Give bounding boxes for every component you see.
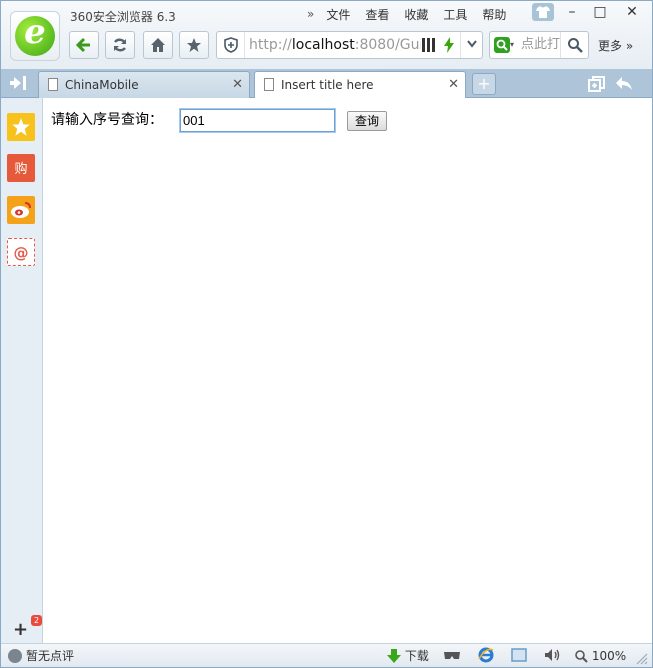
more-chevron-icon: » <box>625 39 634 53</box>
qr-code-icon[interactable] <box>422 38 436 52</box>
speed-mode-icon[interactable] <box>441 32 457 58</box>
url-scheme: http:// <box>249 37 292 53</box>
volume-icon[interactable] <box>544 644 562 668</box>
security-shield-icon[interactable] <box>217 32 245 58</box>
browser-toolbar-area: e 360安全浏览器 6.3 » 文件 查看 收藏 工具 帮助 – □ ✕ ht… <box>1 1 652 69</box>
menu-tools[interactable]: 工具 <box>443 6 467 23</box>
mail-at-icon[interactable]: @ <box>7 238 35 266</box>
add-app-button[interactable]: + <box>13 619 28 640</box>
shopping-glyph: 购 <box>14 162 28 177</box>
zoom-level: 100% <box>591 649 627 663</box>
address-url[interactable]: http://localhost:8080/Guita <box>249 32 421 58</box>
query-button[interactable]: 查询 <box>347 111 387 131</box>
menu-favorites[interactable]: 收藏 <box>404 6 428 23</box>
notification-badge: 2 <box>31 615 42 626</box>
shirt-icon[interactable] <box>532 3 554 21</box>
favorites-star-icon[interactable] <box>7 113 35 141</box>
logo-letter: e <box>24 12 46 52</box>
rating-text: 暂无点评 <box>26 649 75 663</box>
sidebar: 购 @ + 2 <box>1 98 43 643</box>
zoom-control[interactable]: 100% <box>574 644 626 668</box>
tab-insert-title[interactable]: Insert title here ✕ <box>254 71 466 99</box>
rating-icon <box>8 649 22 663</box>
back-button[interactable] <box>69 31 99 59</box>
ie-mode-icon[interactable] <box>478 644 494 668</box>
maximize-button[interactable]: □ <box>586 1 614 23</box>
browser-logo[interactable]: e <box>10 11 60 61</box>
menu-help[interactable]: 帮助 <box>482 6 506 23</box>
download-arrow-icon <box>387 649 401 663</box>
weibo-icon[interactable] <box>7 196 35 224</box>
star-icon <box>187 38 201 52</box>
browser-window: e 360安全浏览器 6.3 » 文件 查看 收藏 工具 帮助 – □ ✕ ht… <box>0 0 653 668</box>
back-arrow-icon <box>75 37 90 53</box>
favorite-button[interactable] <box>179 31 209 59</box>
url-host: localhost <box>291 37 355 53</box>
shopping-bag-icon[interactable]: 购 <box>7 154 35 182</box>
menu-view[interactable]: 查看 <box>365 6 389 23</box>
resize-grip-icon[interactable] <box>634 644 648 668</box>
search-box[interactable]: ▾ 点此打 <box>489 31 589 59</box>
page-content: 请输入序号查询： 查询 <box>43 98 652 643</box>
restore-tab-icon[interactable] <box>585 73 609 95</box>
menu-file[interactable]: 文件 <box>326 6 350 23</box>
tab-label: ChinaMobile <box>65 78 139 92</box>
menu-bar: » 文件 查看 收藏 工具 帮助 <box>307 5 521 23</box>
more-button[interactable]: 更多 » <box>598 37 633 54</box>
tab-strip: ChinaMobile ✕ Insert title here ✕ + <box>1 69 652 99</box>
search-icon <box>567 38 583 53</box>
window-icon[interactable] <box>511 644 527 668</box>
query-input[interactable] <box>179 108 336 133</box>
close-window-button[interactable]: ✕ <box>618 1 646 23</box>
address-bar[interactable]: http://localhost:8080/Guita <box>216 31 483 59</box>
status-bar: 暂无点评 下载 100% <box>1 643 652 667</box>
more-label: 更多 <box>598 39 623 53</box>
undo-close-icon[interactable] <box>612 73 636 95</box>
search-input[interactable]: 点此打 <box>521 32 561 58</box>
tab-close-button[interactable]: ✕ <box>232 72 243 98</box>
address-dropdown-icon[interactable] <box>460 32 482 58</box>
home-button[interactable] <box>143 31 173 59</box>
search-engine-icon[interactable] <box>494 37 510 53</box>
search-engine-caret-icon[interactable]: ▾ <box>510 40 514 49</box>
page-icon <box>264 78 274 91</box>
download-button[interactable]: 下载 <box>387 644 429 668</box>
search-button[interactable] <box>560 32 588 58</box>
tab-chinamobile[interactable]: ChinaMobile ✕ <box>38 71 250 98</box>
refresh-icon <box>113 38 127 52</box>
download-label: 下载 <box>404 649 429 663</box>
tab-label: Insert title here <box>281 78 374 92</box>
page-icon <box>48 78 58 91</box>
sidebar-toggle-icon[interactable] <box>1 69 35 97</box>
url-rest: :8080/Guita <box>354 37 421 53</box>
mask-icon[interactable] <box>444 644 460 668</box>
refresh-button[interactable] <box>105 31 135 59</box>
app-title: 360安全浏览器 6.3 <box>70 10 176 24</box>
new-tab-button[interactable]: + <box>472 73 496 95</box>
minimize-button[interactable]: – <box>558 1 586 23</box>
tab-close-button[interactable]: ✕ <box>448 72 459 98</box>
menu-chevron-icon[interactable]: » <box>307 7 314 21</box>
home-icon <box>151 38 165 52</box>
zoom-icon <box>575 650 588 663</box>
query-label: 请输入序号查询： <box>51 112 163 128</box>
rating-status[interactable]: 暂无点评 <box>8 644 74 668</box>
